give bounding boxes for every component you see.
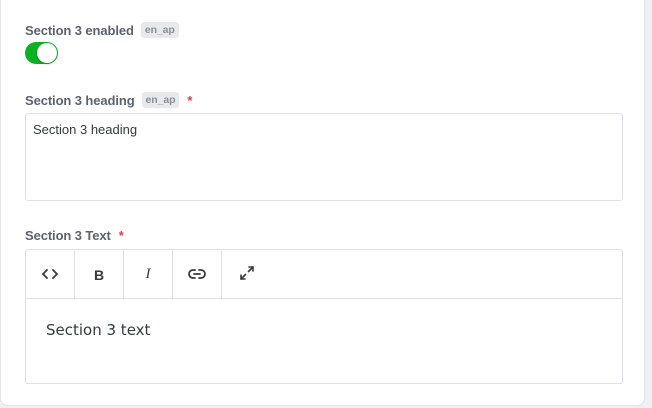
code-icon: [42, 267, 58, 283]
editor-toolbar: B I: [26, 250, 622, 299]
required-indicator: *: [187, 92, 193, 108]
italic-button[interactable]: I: [124, 250, 173, 299]
locale-badge: en_ap: [140, 22, 179, 38]
code-button[interactable]: [26, 250, 75, 299]
locale-badge: en_ap: [141, 92, 180, 108]
section-enabled-toggle[interactable]: [25, 42, 58, 64]
editor-content[interactable]: Section 3 text: [26, 299, 622, 361]
section-enabled-label: Section 3 enabled: [25, 22, 134, 38]
section-heading-input[interactable]: Section 3 heading: [25, 113, 623, 201]
section-heading-label-row: Section 3 heading en_ap *: [25, 92, 192, 108]
section-text-label-row: Section 3 Text *: [25, 228, 124, 243]
link-button[interactable]: [173, 250, 222, 299]
expand-icon: [239, 265, 255, 284]
fullscreen-button[interactable]: [222, 250, 271, 299]
section-text-label: Section 3 Text: [25, 228, 111, 243]
section-enabled-label-row: Section 3 enabled en_ap: [25, 22, 179, 38]
link-icon: [188, 267, 206, 283]
section-heading-label: Section 3 heading: [25, 92, 135, 108]
rich-text-editor: B I Section 3 text: [25, 249, 623, 384]
bold-button[interactable]: B: [75, 250, 124, 299]
toggle-knob: [37, 43, 57, 63]
required-indicator: *: [118, 228, 124, 243]
